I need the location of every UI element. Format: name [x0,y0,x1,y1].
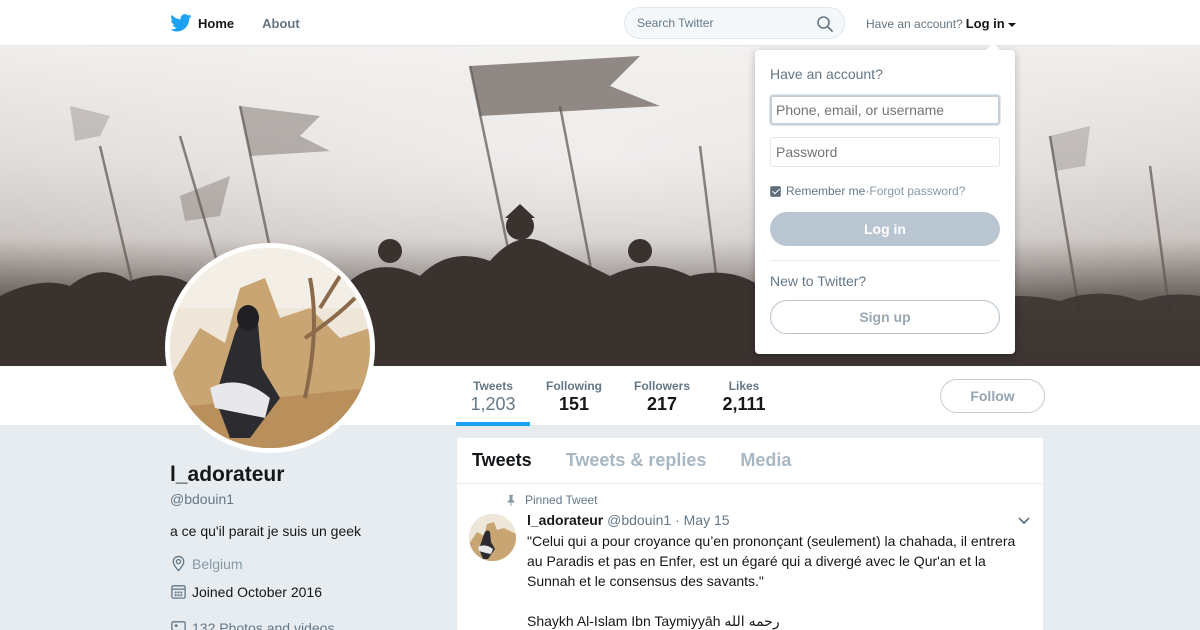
tweet-author[interactable]: l_adorateur [527,512,603,528]
dropdown-divider [770,260,1000,261]
twitter-bird-icon [170,14,192,32]
tweet-text: "Celui qui a pour croyance qu’en prononç… [527,531,1027,630]
stat-following[interactable]: Following 151 [541,366,607,426]
tweet-text-line: "Celui qui a pour croyance qu’en prononç… [527,533,1016,549]
chevron-down-icon [1007,22,1016,27]
search-icon[interactable] [816,15,834,33]
tweet-date[interactable]: May 15 [684,512,730,528]
pin-icon [507,495,515,506]
stat-likes[interactable]: Likes 2,111 [716,366,772,426]
tweet-separator: · [671,512,684,528]
login-link[interactable]: Log in [966,16,1005,31]
photo-icon [171,621,186,630]
tweet-text-line: au Paradis et pas en Enfer, est un égaré… [527,553,986,569]
account-login-toggle[interactable]: Have an account? Log in [866,16,1016,31]
profile-joined: Joined October 2016 [170,583,322,600]
login-dropdown: Have an account? Remember me · Forgot pa… [755,43,1015,354]
stat-followers-value: 217 [646,394,678,414]
profile-joined-text: Joined October 2016 [192,583,322,600]
tab-tweets[interactable]: Tweets [472,450,532,471]
nav-home-label: Home [198,15,235,31]
stat-tweets[interactable]: Tweets 1,203 [456,366,530,426]
profile-media-link[interactable]: 132 Photos and videos [170,619,334,630]
password-field[interactable] [770,137,1000,167]
tweet-avatar-image [469,514,516,561]
tweet-text-line: Shaykh Al-Islam Ibn Taymiyyāh رحمه الله [527,613,780,629]
profile-bio: a ce qu'il parait je suis un geek [170,523,362,539]
tweet-text-line: Sunnah et le consensus des savants." [527,573,764,589]
nav-left: Home About [170,0,328,46]
remember-me-checkbox[interactable] [770,185,781,197]
stat-tweets-value: 1,203 [470,394,516,414]
profile-name: l_adorateur [170,463,285,486]
timeline: Tweets Tweets & replies Media Pinned Twe… [456,437,1044,630]
tweet-avatar[interactable] [469,514,516,561]
nav-about-link[interactable]: About [262,16,300,31]
profile-media-text[interactable]: 132 Photos and videos [192,620,334,630]
stat-likes-value: 2,111 [722,394,766,414]
stat-following-label: Following [546,379,602,393]
stat-followers[interactable]: Followers 217 [629,366,695,426]
profile-location-text[interactable]: Belgium [192,556,243,572]
tab-tweets-replies[interactable]: Tweets & replies [566,450,707,471]
top-navigation-bar: Home About Search Twitter Have an accoun… [0,0,1200,46]
nav-home-link[interactable]: Home [170,14,234,32]
location-pin-icon [172,555,185,572]
stat-tweets-label: Tweets [473,379,513,393]
tweet-header: l_adorateur @bdouin1 · May 15 [527,512,730,528]
timeline-tabs: Tweets Tweets & replies Media [457,438,1043,484]
stat-followers-label: Followers [633,379,690,393]
remember-row: Remember me · Forgot password? [770,184,965,198]
login-button[interactable]: Log in [770,212,1000,246]
forgot-password-link[interactable]: Forgot password? [869,184,965,198]
pinned-tweet-indicator: Pinned Tweet [505,493,598,507]
profile-avatar[interactable] [165,243,375,453]
avatar-image [170,248,370,448]
search-input[interactable]: Search Twitter [624,7,845,39]
chevron-down-icon[interactable] [1017,516,1031,526]
login-dropdown-title: Have an account? [770,66,883,82]
profile-handle: @bdouin1 [170,491,235,507]
calendar-icon [171,585,186,599]
account-prompt: Have an account? [866,17,963,31]
search-placeholder: Search Twitter [637,16,714,30]
new-to-twitter-prompt: New to Twitter? [770,273,867,289]
tweet-handle[interactable]: @bdouin1 [607,512,671,528]
profile-location: Belgium [170,555,243,572]
remember-me-label[interactable]: Remember me [786,184,865,198]
follow-button[interactable]: Follow [940,379,1045,413]
pinned-label: Pinned Tweet [525,493,598,507]
username-field[interactable] [770,95,1000,125]
stat-likes-label: Likes [728,379,760,393]
nav-about-label: About [262,15,300,31]
dropdown-caret [985,43,1001,51]
stat-following-value: 151 [558,394,590,414]
signup-button[interactable]: Sign up [770,300,1000,334]
tab-media[interactable]: Media [740,450,791,471]
tweet-text-gap [527,591,1027,611]
